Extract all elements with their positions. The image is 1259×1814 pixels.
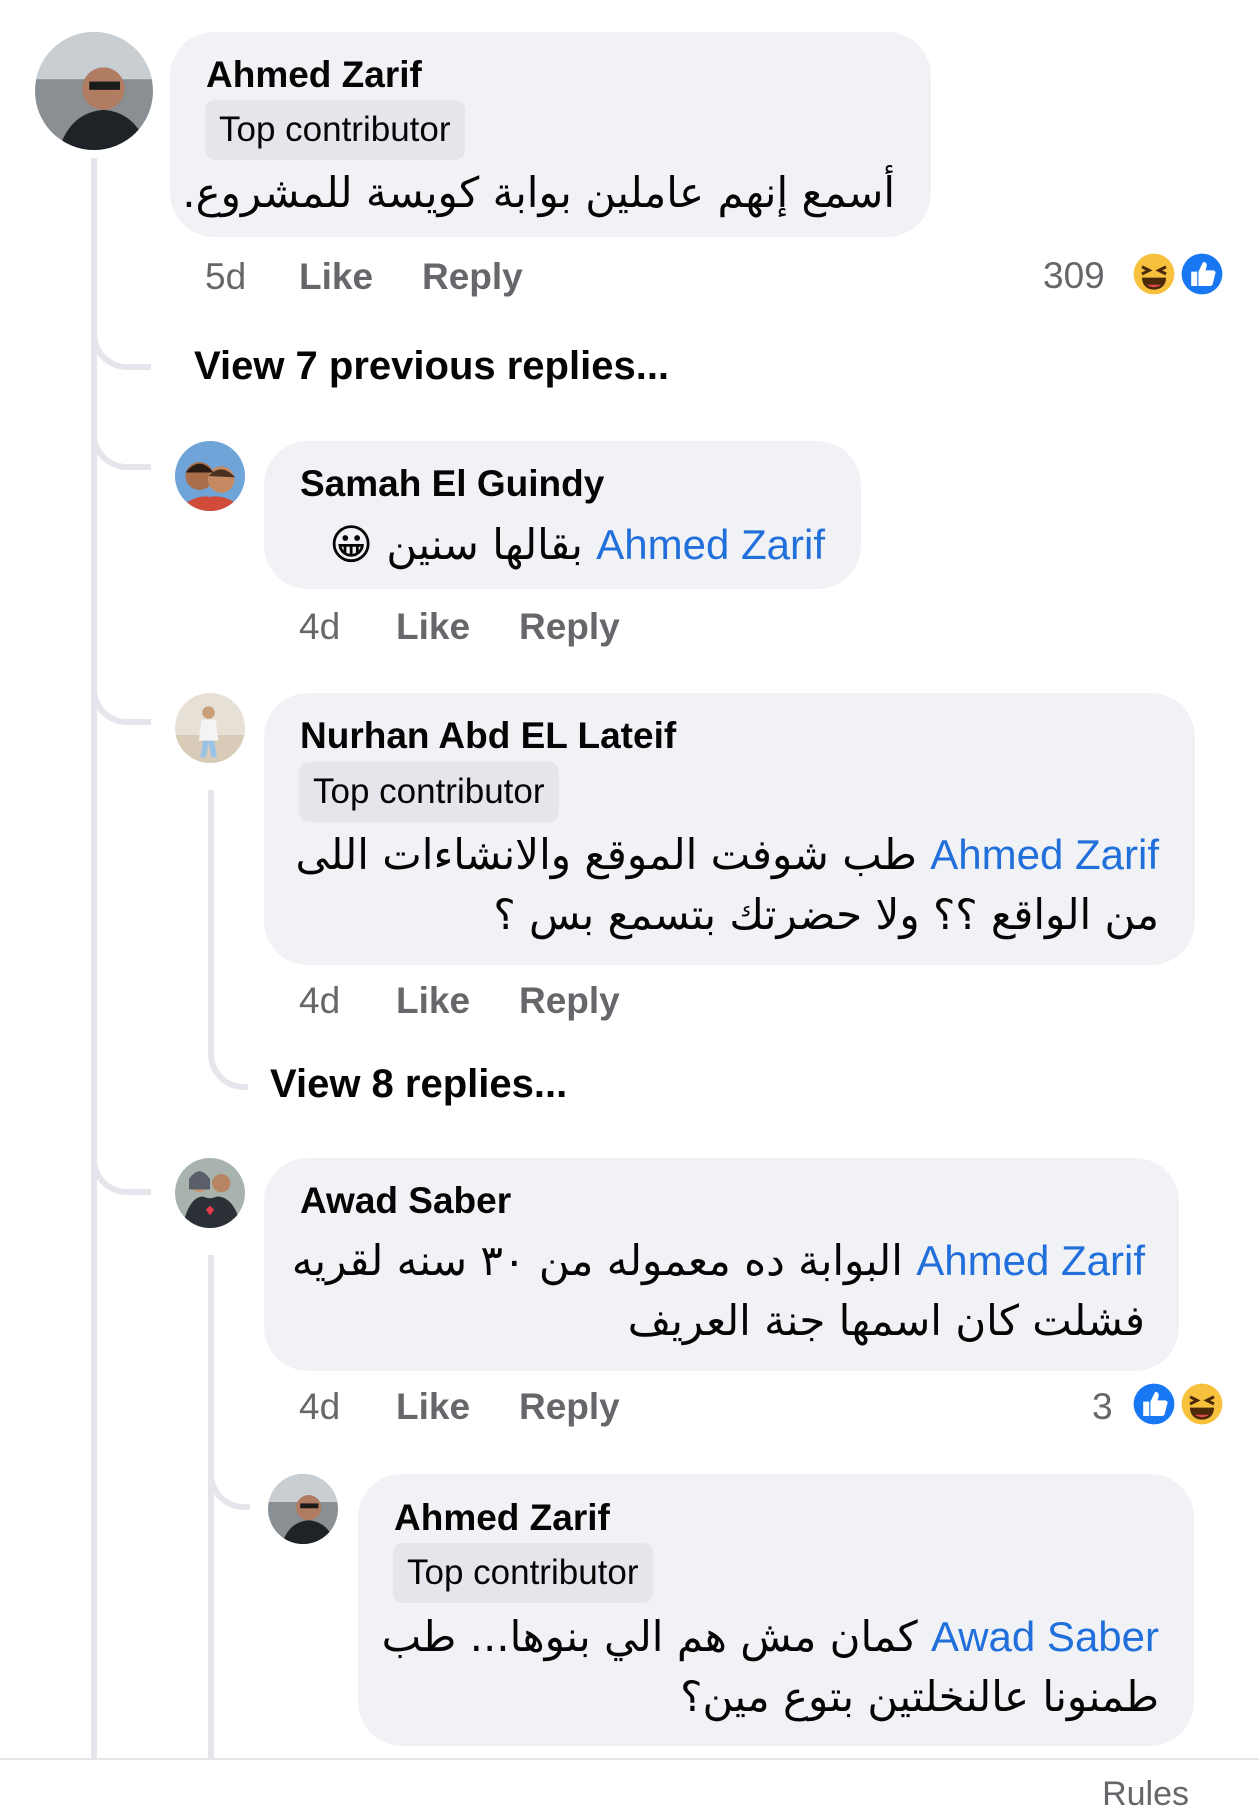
view-replies-link[interactable]: View 8 replies... bbox=[270, 1062, 567, 1107]
reply-text-line: من الواقع ؟؟ ولا حضرتك بتسمع بس ؟ bbox=[493, 890, 1159, 939]
reply-author[interactable]: Nurhan Abd EL Lateif bbox=[300, 715, 676, 757]
reply-author[interactable]: Samah El Guindy bbox=[300, 463, 604, 505]
reply-text-line: فشلت كان اسمها جنة العريف bbox=[627, 1296, 1145, 1345]
reply-author[interactable]: Ahmed Zarif bbox=[394, 1497, 610, 1539]
reply-time[interactable]: 4d bbox=[299, 980, 340, 1022]
like-icon bbox=[1130, 1380, 1178, 1428]
mention-link[interactable]: Ahmed Zarif bbox=[916, 1237, 1145, 1284]
reply-button[interactable]: Reply bbox=[519, 606, 620, 648]
reply-button[interactable]: Reply bbox=[519, 1386, 620, 1428]
mention-link[interactable]: Ahmed Zarif bbox=[596, 521, 825, 568]
like-button[interactable]: Like bbox=[396, 606, 470, 648]
mention-link[interactable]: Awad Saber bbox=[931, 1613, 1159, 1660]
top-contributor-badge: Top contributor bbox=[205, 100, 465, 160]
reply-time[interactable]: 4d bbox=[299, 1386, 340, 1428]
thread-line-awad bbox=[208, 1255, 214, 1758]
view-previous-replies-link[interactable]: View 7 previous replies... bbox=[194, 344, 669, 389]
thread-connector bbox=[208, 1000, 248, 1090]
thread-line-nurhan bbox=[208, 790, 214, 1030]
reply-text-line: طمنونا عالنخلتين بتوع مين؟ bbox=[680, 1672, 1159, 1721]
thread-connector bbox=[208, 1440, 250, 1510]
reply-text-line: Ahmed Zarif البوابة ده معموله من ٣٠ سنه … bbox=[291, 1236, 1145, 1285]
avatar[interactable] bbox=[175, 441, 245, 511]
thread-connector bbox=[91, 655, 151, 725]
like-button[interactable]: Like bbox=[299, 256, 373, 298]
thread-connector bbox=[91, 400, 151, 470]
avatar[interactable] bbox=[268, 1474, 338, 1544]
reply-text-line: Awad Saber كمان مش هم الي بنوها... طب bbox=[381, 1612, 1159, 1661]
comment-text: أسمع إنهم عاملين بوابة كويسة للمشروع. bbox=[182, 168, 895, 217]
top-contributor-badge: Top contributor bbox=[299, 762, 559, 822]
haha-icon bbox=[1130, 250, 1178, 298]
haha-icon bbox=[1178, 1380, 1226, 1428]
grinning-face-emoji: 😀 bbox=[329, 520, 373, 569]
thread-connector bbox=[91, 1125, 151, 1195]
mention-link[interactable]: Ahmed Zarif bbox=[930, 831, 1159, 878]
thread-line-main bbox=[91, 158, 97, 1758]
reply-text-line: Ahmed Zarif طب شوفت الموقع والانشاءات ال… bbox=[295, 830, 1159, 879]
reply-button[interactable]: Reply bbox=[422, 256, 523, 298]
like-button[interactable]: Like bbox=[396, 980, 470, 1022]
avatar[interactable] bbox=[175, 1158, 245, 1228]
comment-author[interactable]: Ahmed Zarif bbox=[206, 54, 422, 96]
avatar[interactable] bbox=[35, 32, 153, 150]
reply-button[interactable]: Reply bbox=[519, 980, 620, 1022]
thread-connector bbox=[91, 300, 151, 370]
reply-text: Ahmed Zarif بقالها سنين 😀 bbox=[329, 520, 825, 569]
reaction-count[interactable]: 309 bbox=[1043, 255, 1105, 297]
avatar[interactable] bbox=[175, 693, 245, 763]
like-icon bbox=[1178, 250, 1226, 298]
like-button[interactable]: Like bbox=[396, 1386, 470, 1428]
comment-time[interactable]: 5d bbox=[205, 256, 246, 298]
reply-author[interactable]: Awad Saber bbox=[300, 1180, 511, 1222]
reply-time[interactable]: 4d bbox=[299, 606, 340, 648]
top-contributor-badge: Top contributor bbox=[393, 1543, 653, 1603]
bottom-bar bbox=[0, 1758, 1259, 1802]
reaction-count[interactable]: 3 bbox=[1092, 1386, 1113, 1428]
rules-link[interactable]: Rules bbox=[1102, 1775, 1189, 1814]
